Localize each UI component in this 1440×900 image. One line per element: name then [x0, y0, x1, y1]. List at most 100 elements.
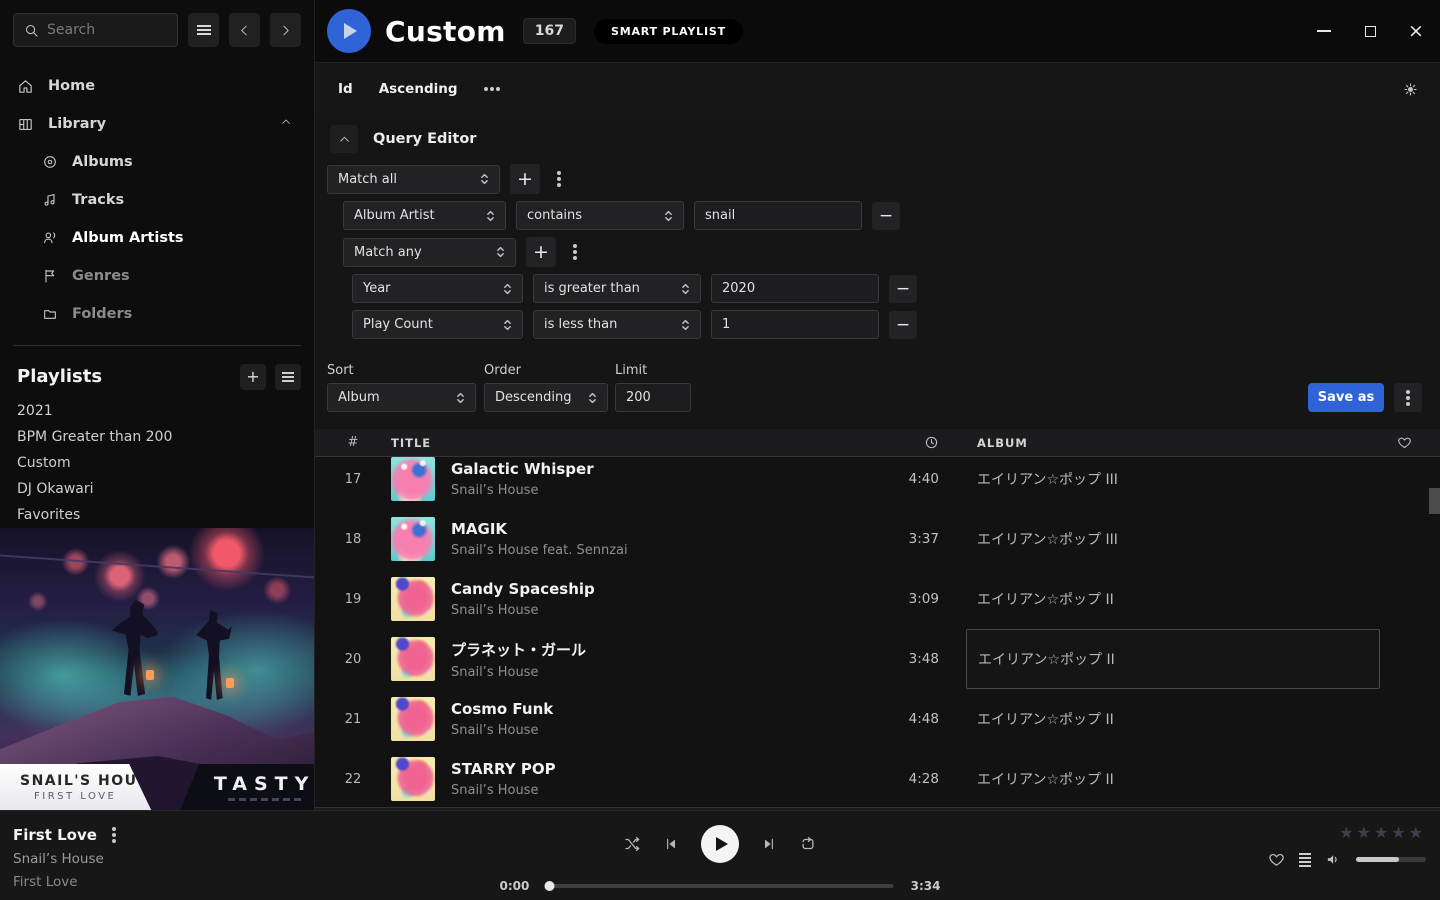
match-type-select[interactable]: Match all [327, 165, 500, 194]
shuffle-button[interactable] [623, 835, 641, 853]
track-album[interactable]: エイリアン☆ポップ III [966, 509, 1380, 569]
updown-icon [588, 391, 597, 405]
condition-operator-select[interactable]: is greater than [533, 274, 701, 303]
nav-forward-button[interactable] [270, 13, 301, 47]
table-row[interactable]: 18 MAGIKSnail’s House feat. Sennzai 3:37… [315, 509, 1440, 569]
query-order-select[interactable]: Descending [484, 383, 608, 412]
sort-field-button[interactable]: Id [338, 81, 353, 97]
group-menu-button[interactable] [550, 165, 568, 193]
sidebar-toolbar [0, 0, 314, 53]
remove-condition-button[interactable]: − [889, 311, 917, 339]
sort-bar: Id Ascending [315, 62, 1440, 115]
playlist-list-button[interactable] [275, 364, 301, 390]
playlist-item[interactable]: Custom [0, 450, 314, 476]
query-menu-button[interactable] [1394, 383, 1422, 412]
nav-back-button[interactable] [229, 13, 260, 47]
star-icon[interactable]: ★ [1374, 823, 1391, 842]
track-album[interactable]: エイリアン☆ポップ II [966, 749, 1380, 807]
limit-input[interactable] [615, 383, 691, 412]
add-playlist-button[interactable]: + [240, 364, 266, 390]
repeat-button[interactable] [799, 835, 817, 853]
add-condition-button[interactable]: + [526, 237, 556, 267]
remove-condition-button[interactable]: − [889, 275, 917, 303]
match-type-select[interactable]: Match any [343, 238, 516, 267]
next-button[interactable] [761, 836, 777, 852]
rating-stars[interactable]: ★★★★★ [1339, 823, 1426, 842]
search-input[interactable] [47, 22, 157, 38]
sidebar-item-genres[interactable]: Genres [0, 257, 314, 295]
condition-value-input[interactable] [711, 274, 879, 303]
group-menu-button[interactable] [566, 238, 584, 266]
total-time: 3:34 [909, 879, 941, 893]
condition-operator-select[interactable]: contains [516, 201, 684, 230]
sidebar-item-album-artists[interactable]: Album Artists [0, 219, 314, 257]
star-icon[interactable]: ★ [1391, 823, 1408, 842]
playlist-item[interactable]: 2021 [0, 398, 314, 424]
close-icon: × [1408, 23, 1424, 39]
track-artist: Snail’s House [451, 603, 863, 618]
star-icon[interactable]: ★ [1357, 823, 1374, 842]
track-album[interactable]: エイリアン☆ポップ II [966, 689, 1380, 749]
chevron-up-icon [280, 116, 292, 128]
track-album[interactable]: エイリアン☆ポップ II [966, 569, 1380, 629]
volume-icon[interactable] [1325, 851, 1342, 868]
column-album[interactable]: ALBUM [943, 436, 1380, 450]
collapse-toggle[interactable] [280, 116, 292, 132]
condition-value-input[interactable] [694, 201, 862, 230]
previous-button[interactable] [663, 836, 679, 852]
playlist-item[interactable]: Favorites [0, 502, 314, 528]
sidebar-item-albums[interactable]: Albums [0, 143, 314, 181]
track-album[interactable]: エイリアン☆ポップ III [966, 457, 1380, 509]
query-sort-select[interactable]: Album [327, 383, 476, 412]
column-duration[interactable] [873, 435, 943, 450]
sidebar-item-tracks[interactable]: Tracks [0, 181, 314, 219]
collapse-query-button[interactable] [330, 125, 358, 153]
sidebar-item-library[interactable]: Library [0, 105, 314, 143]
artwork-banner-right: TASTY [170, 764, 315, 810]
query-editor-title: Query Editor [373, 131, 476, 147]
table-row[interactable]: 22 STARRY POPSnail’s House 4:28 エイリアン☆ポッ… [315, 749, 1440, 807]
track-album-focused-cell[interactable]: エイリアン☆ポップ II [966, 629, 1380, 689]
seek-handle[interactable] [545, 881, 555, 891]
playlist-item[interactable]: BPM Greater than 200 [0, 424, 314, 450]
playlists-header: Playlists + [0, 346, 314, 398]
sidebar-item-home[interactable]: Home [0, 67, 314, 105]
minimize-button[interactable] [1316, 23, 1332, 39]
more-options-icon[interactable] [490, 87, 494, 91]
play-pause-button[interactable] [701, 825, 739, 863]
seek-bar[interactable] [547, 884, 894, 888]
now-playing-menu-button[interactable] [112, 833, 116, 837]
settings-button[interactable] [1403, 82, 1418, 101]
add-condition-button[interactable]: + [510, 164, 540, 194]
condition-field-select[interactable]: Play Count [352, 310, 523, 339]
star-icon[interactable]: ★ [1409, 823, 1426, 842]
remove-condition-button[interactable]: − [872, 202, 900, 230]
table-row[interactable]: 17 Galactic WhisperSnail’s House 4:40 エイ… [315, 457, 1440, 509]
play-playlist-button[interactable] [327, 9, 371, 53]
volume-slider[interactable] [1356, 857, 1426, 862]
close-button[interactable]: × [1408, 23, 1424, 39]
artwork-label-sub [228, 798, 301, 801]
condition-field-select[interactable]: Album Artist [343, 201, 506, 230]
table-row[interactable]: 21 Cosmo FunkSnail’s House 4:48 エイリアン☆ポッ… [315, 689, 1440, 749]
table-row[interactable]: 19 Candy SpaceshipSnail’s House 3:09 エイリ… [315, 569, 1440, 629]
condition-operator-select[interactable]: is less than [533, 310, 701, 339]
sidebar-item-folders[interactable]: Folders [0, 295, 314, 333]
queue-button[interactable] [1299, 853, 1311, 867]
column-favorite[interactable] [1380, 435, 1440, 450]
table-row[interactable]: 20 プラネット・ガールSnail’s House 3:48 エイリアン☆ポップ… [315, 629, 1440, 689]
condition-field-select[interactable]: Year [352, 274, 523, 303]
sort-order-button[interactable]: Ascending [379, 81, 458, 97]
favorite-button[interactable] [1268, 851, 1285, 868]
save-as-button[interactable]: Save as [1308, 383, 1384, 412]
playlist-item[interactable]: DJ Okawari [0, 476, 314, 502]
condition-value-input[interactable] [711, 310, 879, 339]
column-title[interactable]: TITLE [391, 436, 873, 450]
smart-playlist-badge: SMART PLAYLIST [594, 19, 743, 44]
search-box[interactable] [13, 13, 178, 47]
maximize-button[interactable] [1362, 23, 1378, 39]
column-number[interactable]: # [315, 435, 391, 450]
star-icon[interactable]: ★ [1339, 823, 1356, 842]
vertical-scrollbar-thumb[interactable] [1429, 488, 1440, 514]
menu-button[interactable] [188, 13, 219, 47]
